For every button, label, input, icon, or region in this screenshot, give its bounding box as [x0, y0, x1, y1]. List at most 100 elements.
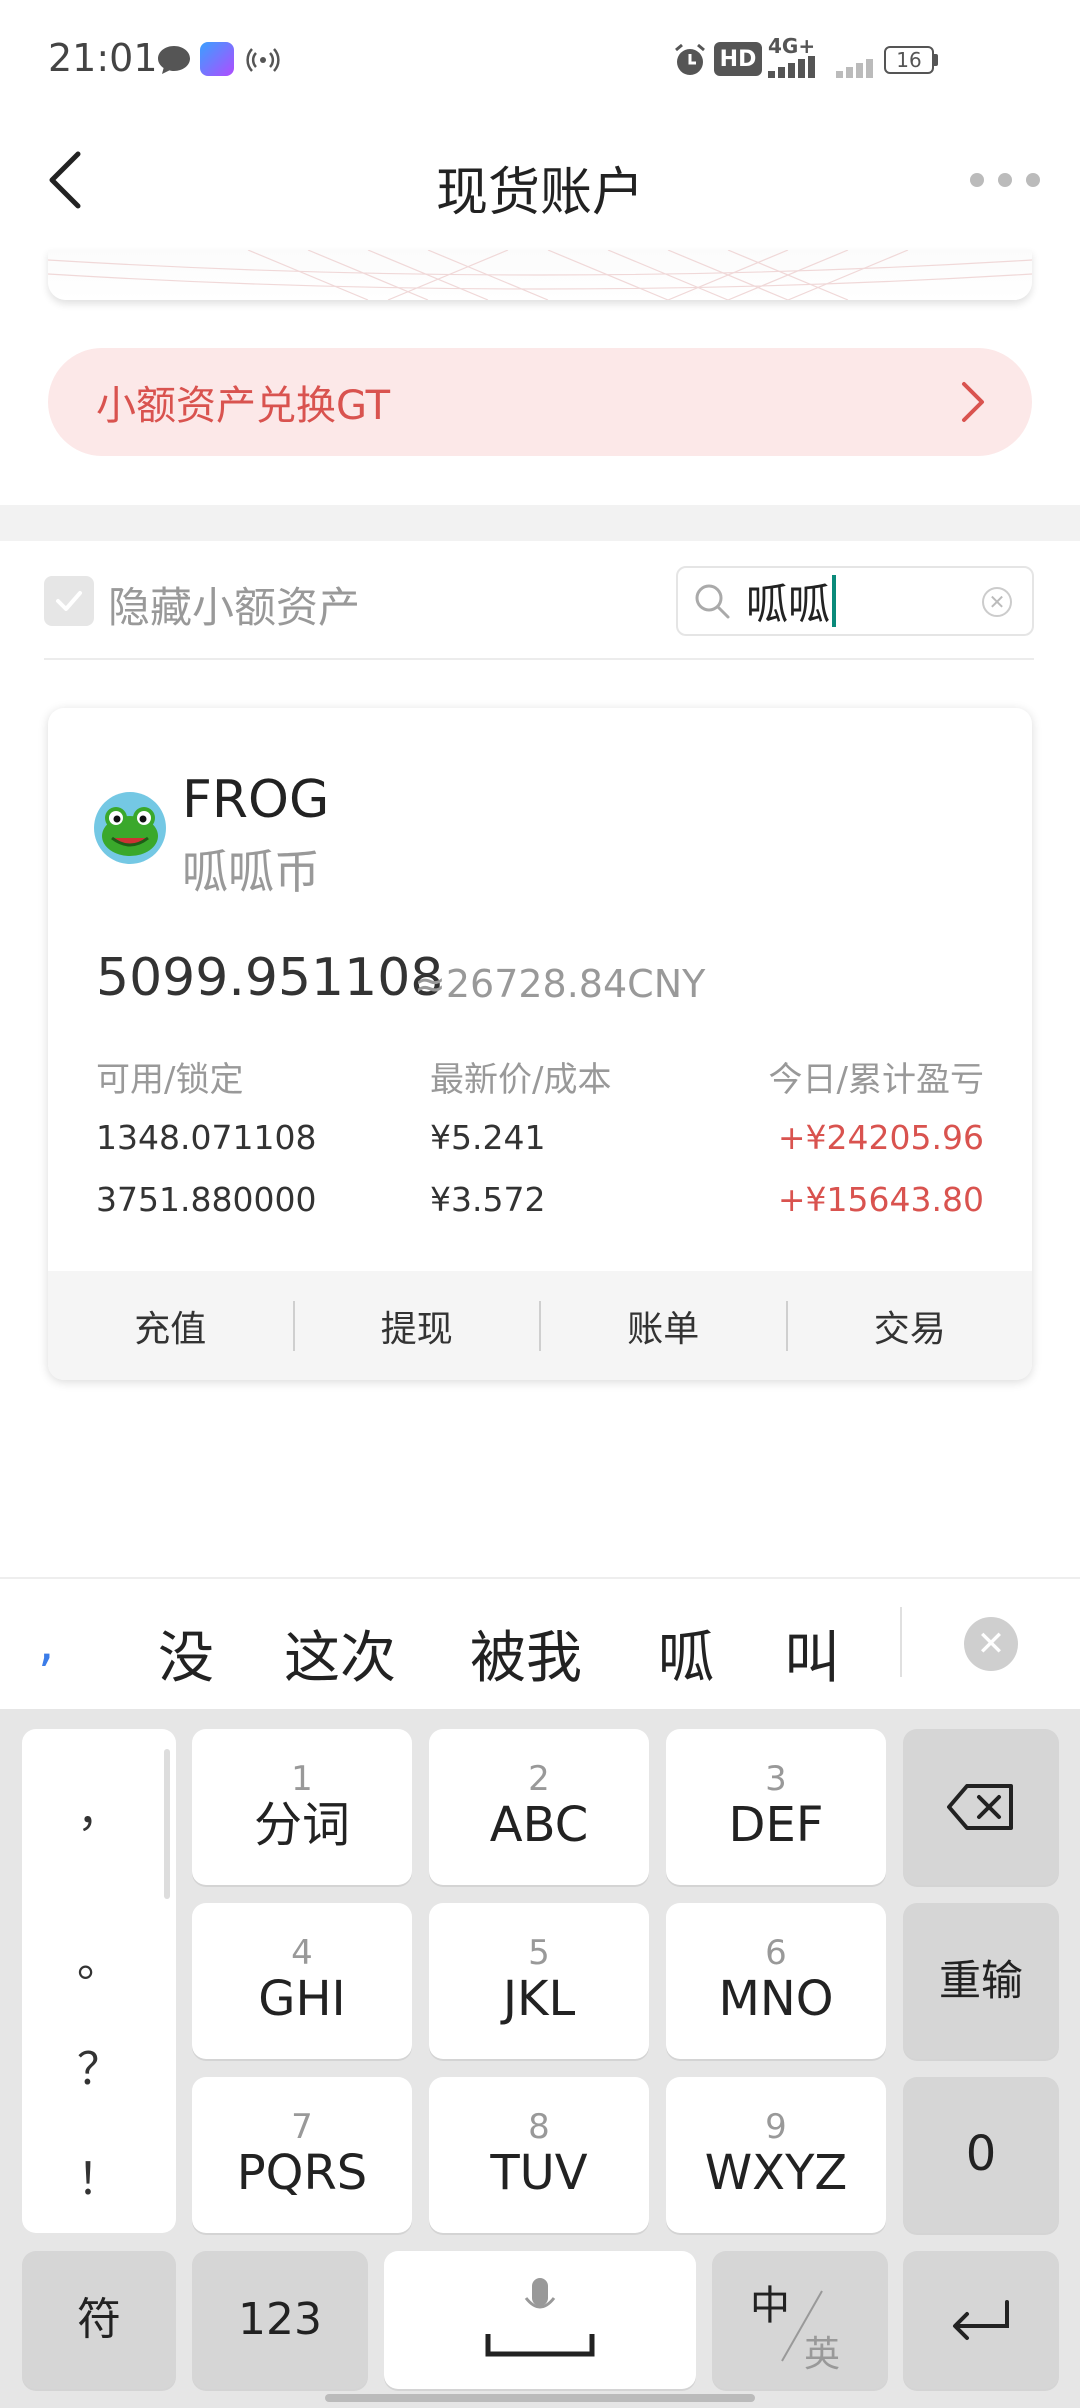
clear-search-button[interactable]: ✕	[982, 587, 1012, 617]
punct-period-key[interactable]: 。	[22, 1925, 176, 1989]
latest-price: ¥5.241	[430, 1118, 546, 1157]
language-switch-key[interactable]: 中 英	[712, 2251, 888, 2389]
column-header-pnl: 今日/累计盈亏	[768, 1060, 984, 1100]
backspace-key[interactable]	[903, 1729, 1059, 1885]
candidate-4[interactable]: 呱	[658, 1613, 714, 1694]
column-header-available: 可用/锁定	[96, 1060, 244, 1100]
card-pattern	[48, 250, 1032, 300]
key-number: 9	[765, 2106, 787, 2147]
candidate-2[interactable]: 这次	[284, 1613, 396, 1694]
microphone-icon	[532, 2278, 548, 2306]
key-label: WXYZ	[704, 2145, 848, 2202]
section-divider	[0, 505, 1080, 541]
hd-icon: HD	[714, 42, 762, 76]
key-label: 分词	[253, 1797, 350, 1854]
key-label: JKL	[502, 1971, 576, 2028]
deposit-button[interactable]: 充值	[48, 1300, 293, 1352]
numeric-key[interactable]: 123	[192, 2251, 368, 2389]
hotspot-icon	[246, 48, 280, 72]
withdraw-button[interactable]: 提现	[295, 1300, 540, 1352]
key-number: 5	[528, 1932, 550, 1973]
battery-tip	[934, 54, 938, 66]
ime-candidate-bar: , 没 这次 被我 呱 叫 ✕	[0, 1579, 1080, 1709]
bill-button[interactable]: 账单	[541, 1300, 786, 1352]
key-number: 2	[528, 1758, 550, 1799]
today-pnl: +¥24205.96	[777, 1118, 984, 1157]
promo-text: 小额资产兑换GT	[96, 383, 391, 429]
search-icon	[695, 584, 730, 619]
frog-icon	[102, 807, 158, 856]
key-number: 3	[765, 1758, 787, 1799]
key-8[interactable]: 8 TUV	[429, 2077, 649, 2233]
key-label: 123	[238, 2293, 322, 2345]
key-label: 符	[77, 2293, 121, 2345]
key-number: 7	[291, 2106, 313, 2147]
key-3[interactable]: 3 DEF	[666, 1729, 886, 1885]
space-key[interactable]	[384, 2251, 696, 2389]
key-number: 6	[765, 1932, 787, 1973]
status-time: 21:01	[48, 36, 158, 80]
space-bar-icon	[485, 2278, 595, 2357]
trade-button[interactable]: 交易	[788, 1300, 1033, 1352]
key-number: 1	[291, 1758, 313, 1799]
backspace-icon	[947, 1784, 1013, 1830]
key-label: GHI	[258, 1971, 346, 2028]
signal-icon	[836, 59, 873, 78]
search-value: 呱呱	[746, 579, 831, 629]
candidate-1[interactable]: 没	[158, 1613, 214, 1694]
candidate-separator	[900, 1607, 902, 1677]
key-label: PQRS	[236, 2145, 368, 2202]
balance-cny-value: ≈26728.84CNY	[414, 962, 706, 1006]
key-6[interactable]: 6 MNO	[666, 1903, 886, 2059]
key-1[interactable]: 1 分词	[192, 1729, 412, 1885]
small-asset-convert-banner[interactable]: 小额资产兑换GT	[48, 348, 1032, 456]
key-2[interactable]: 2 ABC	[429, 1729, 649, 1885]
asset-search-input[interactable]: 呱呱 ✕	[676, 566, 1034, 636]
candidate-comma[interactable]: ,	[38, 1613, 55, 1673]
home-indicator[interactable]	[325, 2394, 755, 2402]
signal-4g-icon	[768, 56, 815, 78]
asset-actions: 充值 提现 账单 交易	[48, 1271, 1032, 1380]
coin-symbol: FROG	[182, 770, 330, 830]
text-caret	[832, 575, 837, 627]
column-header-price: 最新价/成本	[430, 1060, 612, 1100]
key-label: 0	[965, 2126, 997, 2183]
more-button[interactable]	[970, 170, 1040, 190]
punct-comma-key[interactable]: ，	[22, 1775, 176, 1839]
key-number: 8	[528, 2106, 550, 2147]
key-label: MNO	[718, 1971, 834, 2028]
balance-total: 5099.951108	[96, 948, 444, 1008]
hd-label: HD	[719, 46, 757, 72]
frog-coin-logo	[94, 792, 166, 864]
key-label: 重输	[938, 1955, 1023, 2005]
hide-small-assets-label: 隐藏小额资产	[108, 583, 361, 632]
cost-price: ¥3.572	[430, 1180, 546, 1219]
hide-small-assets-checkbox[interactable]	[44, 576, 94, 626]
reenter-key[interactable]: 重输	[903, 1903, 1059, 2059]
coin-name: 呱呱币	[182, 845, 320, 899]
candidate-5[interactable]: 叫	[784, 1613, 840, 1694]
filter-divider	[44, 658, 1034, 660]
asset-card[interactable]: FROG 呱呱币 5099.951108 ≈26728.84CNY 可用/锁定 …	[48, 708, 1032, 1380]
key-label: TUV	[490, 2145, 588, 2202]
network-label: 4G+	[768, 34, 816, 58]
message-icon	[158, 46, 190, 74]
symbol-key[interactable]: 符	[22, 2251, 176, 2389]
key-0[interactable]: 0	[903, 2077, 1059, 2233]
punct-exclaim-key[interactable]: ！	[22, 2143, 176, 2207]
enter-key[interactable]	[903, 2251, 1059, 2389]
key-5[interactable]: 5 JKL	[429, 1903, 649, 2059]
close-candidates-button[interactable]: ✕	[964, 1617, 1018, 1671]
check-icon	[56, 591, 82, 611]
key-7[interactable]: 7 PQRS	[192, 2077, 412, 2233]
alarm-icon	[675, 43, 705, 75]
enter-icon	[953, 2300, 1009, 2340]
candidate-3[interactable]: 被我	[470, 1613, 582, 1694]
key-9[interactable]: 9 WXYZ	[666, 2077, 886, 2233]
close-icon: ✕	[988, 590, 1006, 614]
punct-question-key[interactable]: ？	[22, 2033, 176, 2097]
battery-icon: 16	[884, 46, 934, 74]
lang-english-label: 英	[804, 2334, 841, 2375]
key-4[interactable]: 4 GHI	[192, 1903, 412, 2059]
key-label: ABC	[489, 1797, 589, 1854]
